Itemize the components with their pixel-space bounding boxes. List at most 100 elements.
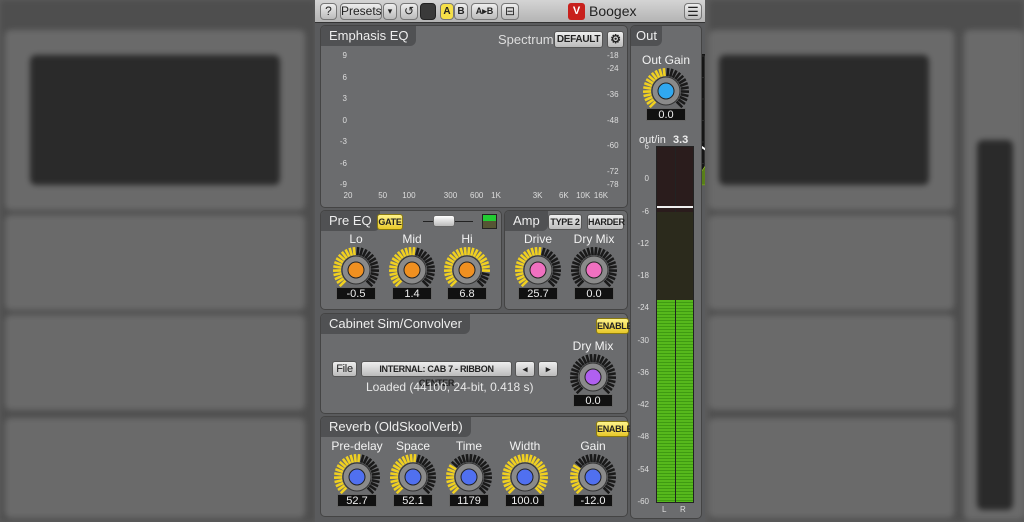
knob-tick — [607, 372, 616, 376]
meter-scale-tick: -24 — [637, 303, 649, 313]
knob-tick — [538, 246, 542, 256]
meter-scale-tick: -36 — [637, 367, 649, 377]
knob-tick — [471, 454, 477, 463]
knob-tick — [427, 479, 436, 484]
gate-button[interactable]: GATE — [377, 214, 403, 230]
reverb-gain-value: -12.0 — [573, 494, 613, 507]
knob-tick — [467, 246, 471, 256]
out-title: Out — [631, 26, 662, 46]
knob-tick — [412, 246, 416, 256]
knob-tick — [608, 272, 617, 277]
gate-threshold-slider[interactable] — [433, 215, 455, 227]
knob-tick — [483, 479, 492, 484]
knob-cap — [584, 368, 602, 386]
knob-tick — [586, 247, 592, 256]
next-ir-button[interactable]: ▸ — [538, 361, 558, 377]
eq-x-tick: 600 — [470, 191, 484, 200]
knob-tick — [643, 86, 652, 90]
knob-tick — [459, 247, 465, 256]
meter-channel-label: L — [662, 505, 667, 514]
impulse-response-selector[interactable]: INTERNAL: CAB 7 - RIBBON CENTER — [361, 361, 512, 388]
knob-tick — [405, 454, 411, 463]
amp-dry-mix-label: Dry Mix — [573, 232, 615, 246]
meter-scale-tick: 6 — [644, 142, 649, 151]
knob-tick — [571, 272, 580, 277]
reverb-enable-button[interactable]: ENABLE — [596, 421, 633, 437]
knob-tick — [606, 367, 616, 374]
pre-eq-lo-value: -0.5 — [336, 287, 376, 300]
knob-tick — [390, 479, 399, 484]
knob-tick — [481, 265, 490, 269]
knob-tick — [352, 246, 356, 256]
knob-tick — [552, 272, 561, 277]
knob-cap — [458, 261, 476, 279]
file-button[interactable]: File — [332, 361, 357, 377]
meter-scale-tick: -12 — [637, 238, 649, 248]
knob-tick — [481, 272, 490, 277]
knob-tick — [334, 472, 343, 476]
harder-button[interactable]: HARDER — [587, 214, 625, 230]
knob-tick — [426, 265, 435, 269]
cabinet-dry-mix-label: Dry Mix — [572, 339, 614, 353]
eq-y-tick-left: -3 — [339, 137, 347, 146]
knob-tick — [390, 467, 400, 474]
prev-ir-button[interactable]: ◂ — [515, 361, 535, 377]
knob-cap — [403, 261, 421, 279]
knob-tick — [570, 367, 580, 374]
meter-scale-tick: -48 — [637, 432, 649, 442]
knob-tick — [643, 81, 653, 88]
amp-title: Amp — [505, 211, 548, 231]
knob-tick — [356, 246, 360, 256]
knob-tick — [371, 472, 380, 476]
amp-drive-value: 25.7 — [518, 287, 558, 300]
eq-y-tick-right: -48 — [607, 115, 619, 125]
reverb-time-value: 1179 — [449, 494, 489, 507]
knob-cap — [657, 82, 675, 100]
knob-tick — [426, 272, 435, 277]
eq-y-tick-right: -72 — [607, 167, 619, 177]
knob-tick — [482, 467, 492, 474]
eq-x-tick: 3K — [532, 191, 543, 200]
pre-eq-lo-label: Lo — [349, 232, 363, 246]
knob-tick — [502, 479, 511, 484]
knob-tick — [607, 479, 616, 484]
eq-y-tick-right: -18 — [607, 51, 619, 60]
knob-tick — [515, 265, 524, 269]
amp-dry-mix-value: 0.0 — [574, 287, 614, 300]
eq-y-tick-left: 3 — [342, 94, 347, 103]
knob-tick — [469, 247, 475, 256]
knob-tick — [463, 246, 467, 256]
reverb-time-label: Time — [455, 439, 483, 453]
meter-scale-tick: -30 — [637, 335, 649, 345]
reverb-space-value: 52.1 — [393, 494, 433, 507]
knob-tick — [680, 93, 689, 98]
blurred-background-right — [709, 0, 1024, 522]
amp-drive-label: Drive — [523, 232, 552, 246]
out-gain-value: 0.0 — [646, 108, 686, 121]
reverb-space-label: Space — [395, 439, 431, 453]
eq-x-tick: 50 — [378, 191, 388, 200]
knob-tick — [333, 265, 342, 269]
boogex-plugin: ? Presets ▾ ↺ A B A▸B ⊟ V Boogex ☰ Empha… — [315, 0, 705, 522]
cabinet-enable-button[interactable]: ENABLE — [596, 318, 633, 334]
knob-tick — [570, 379, 579, 384]
knob-tick — [539, 472, 548, 476]
output-level-meter — [656, 146, 694, 503]
knob-tick — [680, 86, 689, 90]
eq-x-tick: 300 — [443, 191, 458, 200]
knob-tick — [446, 479, 455, 484]
reverb-gain-label: Gain — [580, 439, 606, 453]
knob-tick — [409, 453, 413, 463]
knob-tick — [480, 260, 490, 267]
knob-tick — [502, 472, 511, 476]
pre-eq-mid-label: Mid — [402, 232, 422, 246]
knob-tick — [608, 265, 617, 269]
knob-tick — [359, 454, 365, 463]
eq-x-tick: 6K — [558, 191, 569, 200]
knob-tick — [607, 260, 617, 267]
amp-type-button[interactable]: TYPE 2 — [548, 214, 582, 230]
knob-tick — [348, 247, 354, 256]
knob-tick — [540, 247, 546, 256]
eq-x-tick: 1K — [491, 191, 501, 200]
eq-x-tick: 16K — [593, 191, 609, 200]
